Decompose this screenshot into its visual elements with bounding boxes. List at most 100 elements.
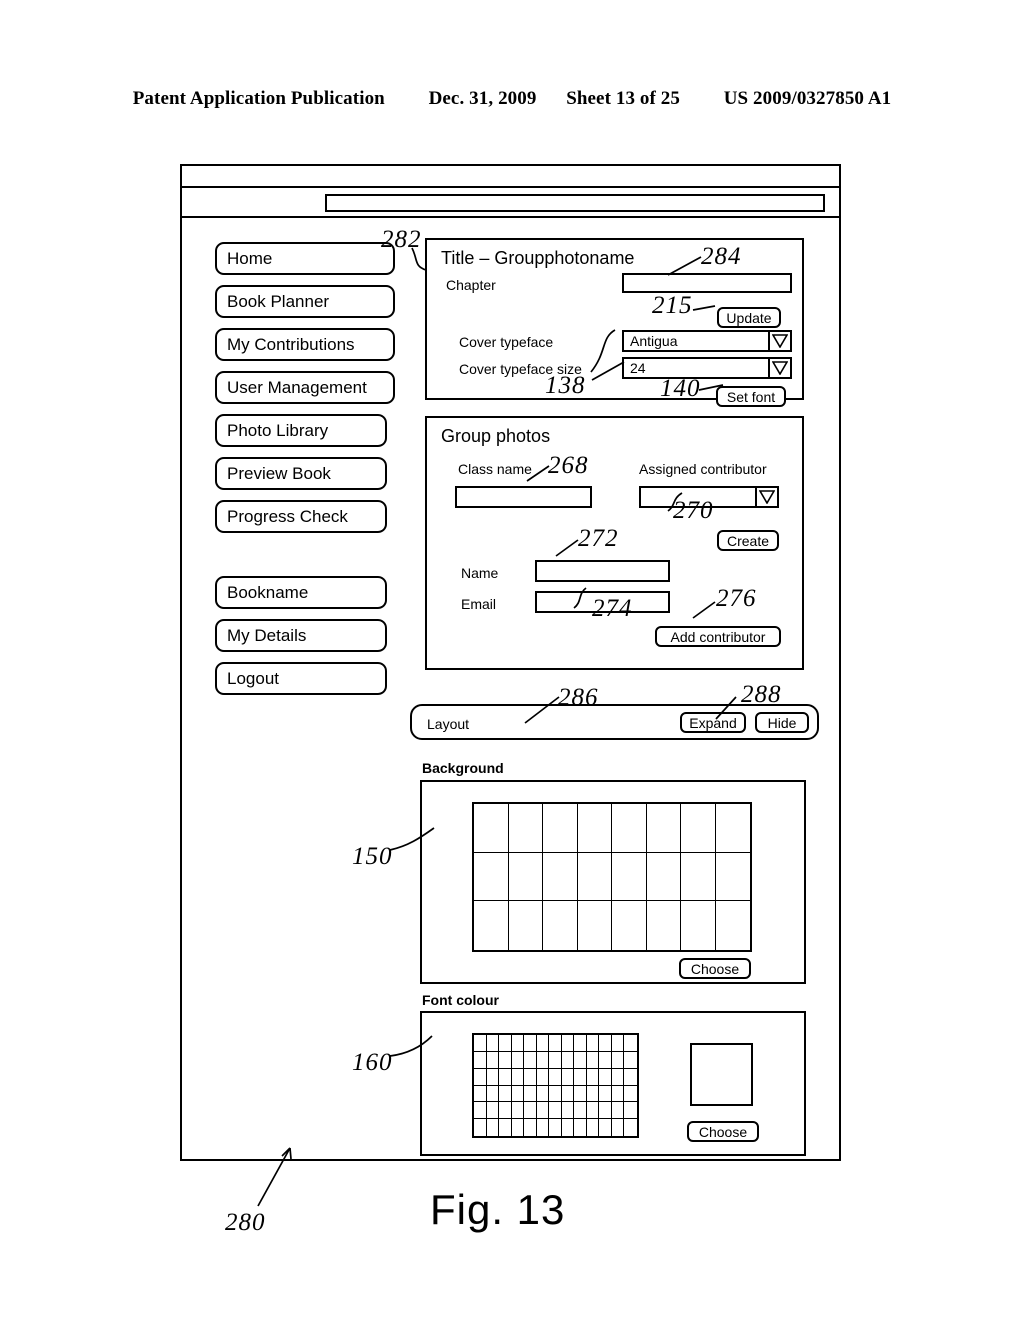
name-input[interactable] xyxy=(535,560,670,582)
grid-cell[interactable] xyxy=(561,1068,575,1086)
grid-cell[interactable] xyxy=(474,1102,487,1120)
grid-cell[interactable] xyxy=(511,1051,525,1069)
grid-cell[interactable] xyxy=(574,1068,587,1086)
update-button[interactable]: Update xyxy=(717,307,781,328)
grid-cell[interactable] xyxy=(487,1119,500,1136)
grid-cell[interactable] xyxy=(509,901,543,950)
sidebar-item-preview-book[interactable]: Preview Book xyxy=(215,457,387,490)
grid-cell[interactable] xyxy=(499,1051,512,1069)
grid-cell[interactable] xyxy=(549,1085,562,1103)
grid-cell[interactable] xyxy=(681,852,716,902)
grid-cell[interactable] xyxy=(562,1119,575,1136)
sidebar-item-my-contributions[interactable]: My Contributions xyxy=(215,328,395,361)
grid-cell[interactable] xyxy=(561,1035,575,1052)
grid-cell[interactable] xyxy=(543,804,578,853)
grid-cell[interactable] xyxy=(511,1102,525,1120)
grid-cell[interactable] xyxy=(511,1085,525,1103)
grid-cell[interactable] xyxy=(624,1102,637,1120)
grid-cell[interactable] xyxy=(561,1085,575,1103)
cover-typeface-size-select[interactable]: 24 xyxy=(622,357,792,379)
grid-cell[interactable] xyxy=(599,1035,612,1052)
grid-cell[interactable] xyxy=(577,804,612,853)
grid-cell[interactable] xyxy=(474,901,509,950)
grid-cell[interactable] xyxy=(549,1102,562,1120)
grid-cell[interactable] xyxy=(474,852,509,902)
grid-cell[interactable] xyxy=(549,1051,562,1069)
background-choose-button[interactable]: Choose xyxy=(679,958,751,979)
font-colour-swatch-grid[interactable] xyxy=(472,1033,639,1138)
grid-cell[interactable] xyxy=(499,1035,512,1052)
grid-cell[interactable] xyxy=(561,1051,575,1069)
grid-cell[interactable] xyxy=(647,901,681,950)
grid-cell[interactable] xyxy=(611,1035,625,1052)
grid-cell[interactable] xyxy=(574,1119,587,1136)
grid-cell[interactable] xyxy=(486,1051,500,1069)
grid-cell[interactable] xyxy=(646,852,681,902)
grid-cell[interactable] xyxy=(587,1119,600,1136)
sidebar-item-book-planner[interactable]: Book Planner xyxy=(215,285,395,318)
grid-cell[interactable] xyxy=(611,1085,625,1103)
grid-cell[interactable] xyxy=(524,1085,537,1103)
grid-cell[interactable] xyxy=(715,853,750,902)
grid-cell[interactable] xyxy=(543,852,578,902)
grid-cell[interactable] xyxy=(624,1035,637,1052)
grid-cell[interactable] xyxy=(524,1102,537,1120)
grid-cell[interactable] xyxy=(624,1119,637,1136)
grid-cell[interactable] xyxy=(612,1119,625,1136)
sidebar-item-photo-library[interactable]: Photo Library xyxy=(215,414,387,447)
grid-cell[interactable] xyxy=(537,1119,550,1136)
grid-cell[interactable] xyxy=(612,901,647,950)
grid-cell[interactable] xyxy=(549,1035,562,1052)
grid-cell[interactable] xyxy=(624,1052,637,1069)
grid-cell[interactable] xyxy=(511,1035,525,1052)
sidebar-item-user-management[interactable]: User Management xyxy=(215,371,395,404)
grid-cell[interactable] xyxy=(508,852,543,902)
grid-cell[interactable] xyxy=(549,1119,562,1136)
grid-cell[interactable] xyxy=(599,1051,612,1069)
grid-cell[interactable] xyxy=(586,1102,600,1120)
grid-cell[interactable] xyxy=(524,1051,537,1069)
grid-cell[interactable] xyxy=(681,804,716,853)
cover-typeface-select[interactable]: Antigua xyxy=(622,330,792,352)
url-input[interactable] xyxy=(325,194,825,212)
font-colour-choose-button[interactable]: Choose xyxy=(687,1121,759,1142)
grid-cell[interactable] xyxy=(716,901,751,950)
grid-cell[interactable] xyxy=(474,804,509,853)
grid-cell[interactable] xyxy=(474,1051,487,1069)
grid-cell[interactable] xyxy=(474,1085,487,1103)
grid-cell[interactable] xyxy=(574,1051,587,1069)
grid-cell[interactable] xyxy=(611,1051,625,1069)
grid-cell[interactable] xyxy=(612,852,647,902)
grid-cell[interactable] xyxy=(586,1068,600,1086)
grid-cell[interactable] xyxy=(543,901,578,950)
grid-cell[interactable] xyxy=(524,1068,537,1086)
grid-cell[interactable] xyxy=(561,1102,575,1120)
sidebar-item-my-details[interactable]: My Details xyxy=(215,619,387,652)
sidebar-item-progress-check[interactable]: Progress Check xyxy=(215,500,387,533)
grid-cell[interactable] xyxy=(486,1035,500,1052)
grid-cell[interactable] xyxy=(524,1035,537,1052)
grid-cell[interactable] xyxy=(536,1035,550,1052)
sidebar-item-bookname[interactable]: Bookname xyxy=(215,576,387,609)
grid-cell[interactable] xyxy=(499,1085,512,1103)
sidebar-item-home[interactable]: Home xyxy=(215,242,395,275)
background-thumbnail-grid[interactable] xyxy=(472,802,752,952)
grid-cell[interactable] xyxy=(486,1102,500,1120)
grid-cell[interactable] xyxy=(586,1085,600,1103)
grid-cell[interactable] xyxy=(599,1119,612,1136)
grid-cell[interactable] xyxy=(474,1119,487,1136)
grid-cell[interactable] xyxy=(549,1068,562,1086)
grid-cell[interactable] xyxy=(499,1119,512,1136)
grid-cell[interactable] xyxy=(474,1035,487,1052)
grid-cell[interactable] xyxy=(536,1102,550,1120)
grid-cell[interactable] xyxy=(486,1085,500,1103)
grid-cell[interactable] xyxy=(499,1102,512,1120)
grid-cell[interactable] xyxy=(536,1085,550,1103)
grid-cell[interactable] xyxy=(574,1035,587,1052)
grid-cell[interactable] xyxy=(574,1102,587,1120)
create-button[interactable]: Create xyxy=(717,530,779,551)
grid-cell[interactable] xyxy=(574,1085,587,1103)
grid-cell[interactable] xyxy=(578,901,612,950)
grid-cell[interactable] xyxy=(646,804,681,853)
grid-cell[interactable] xyxy=(586,1035,600,1052)
